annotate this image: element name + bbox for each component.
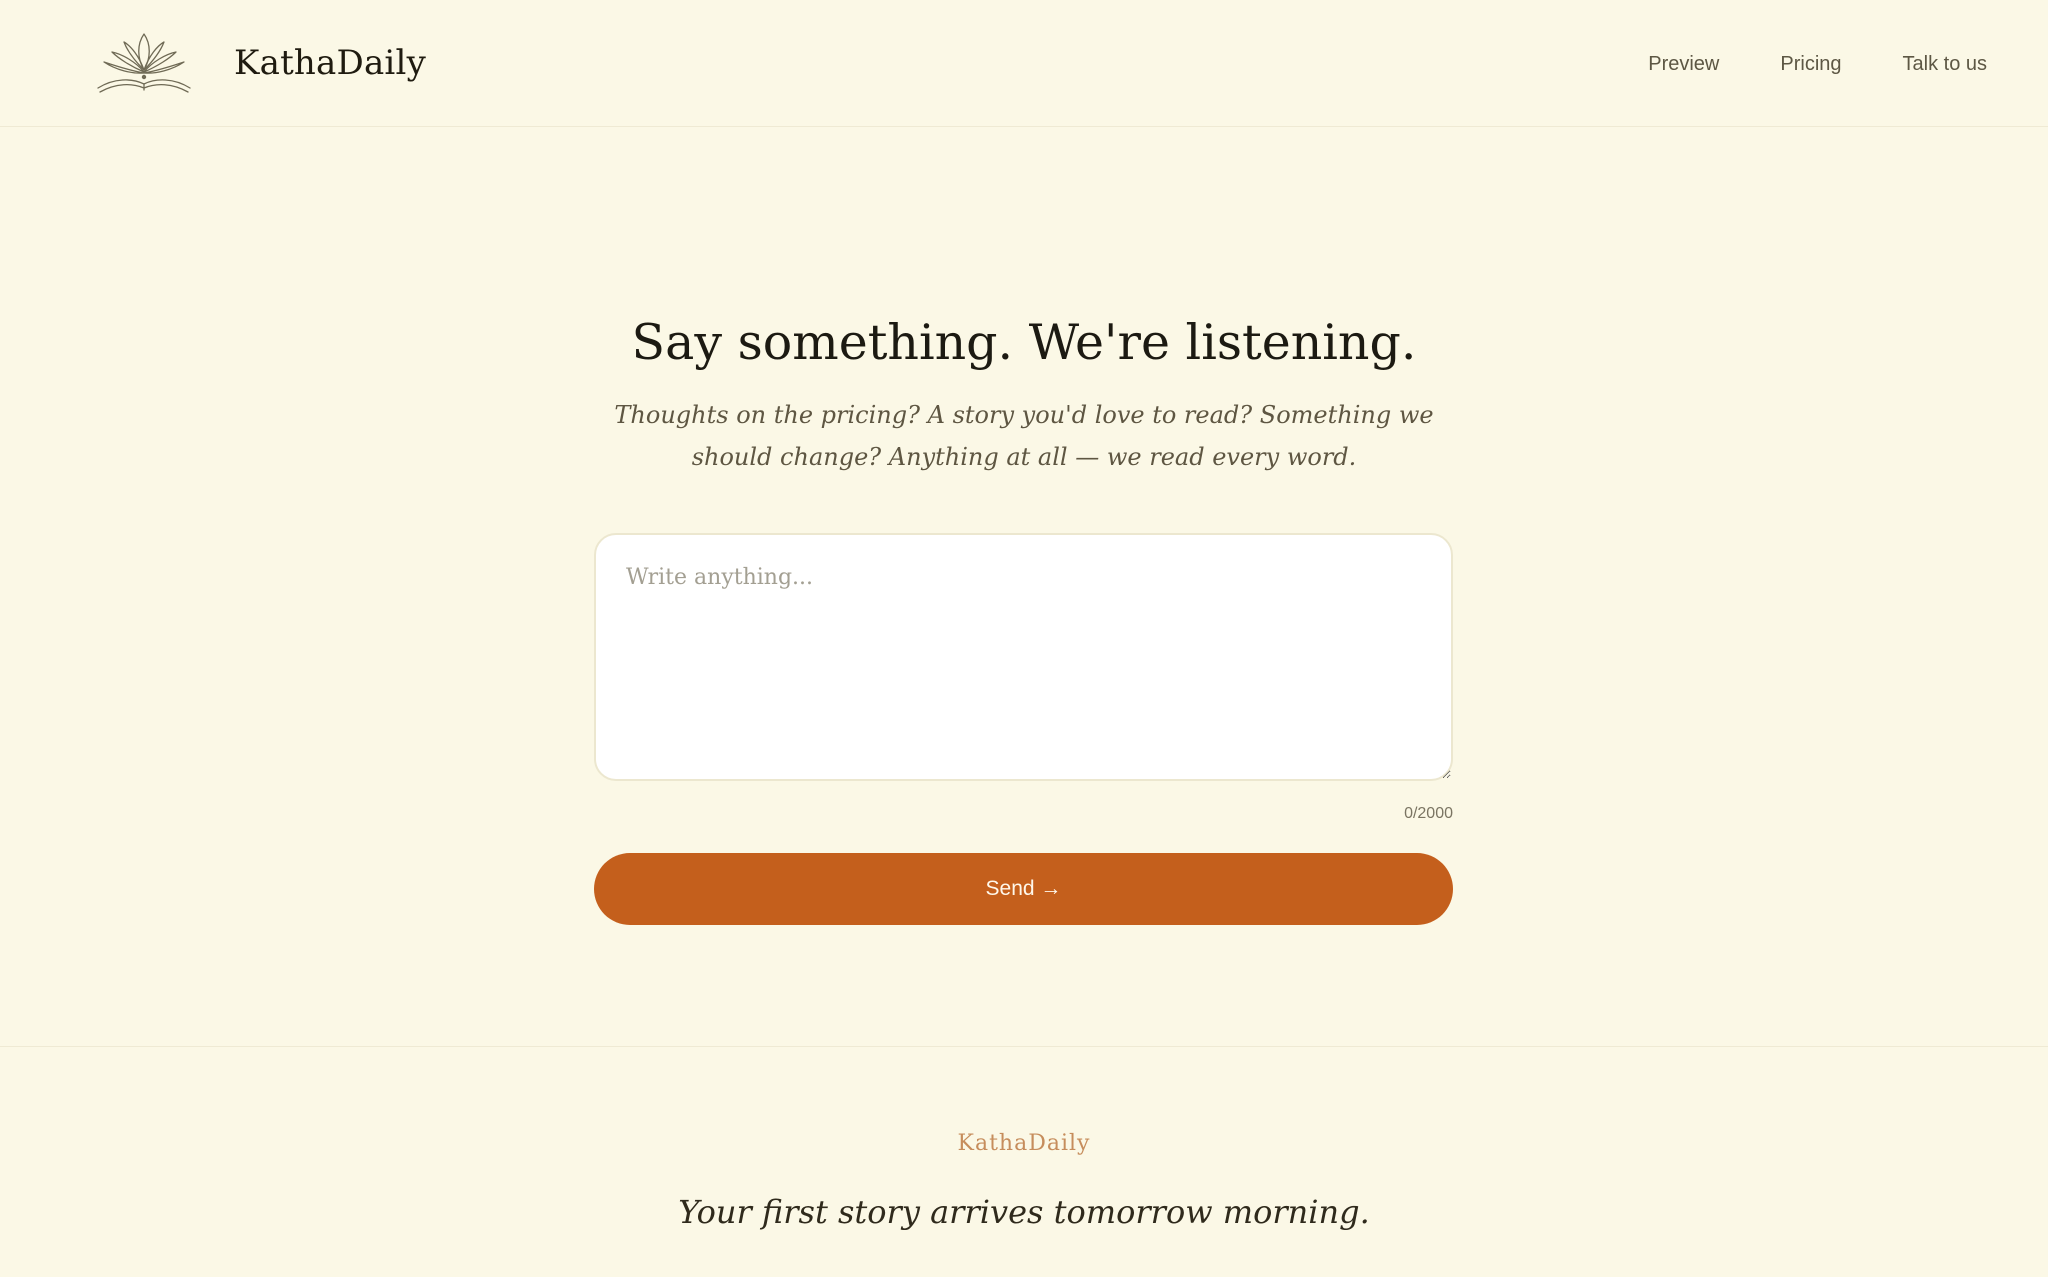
nav-link-preview[interactable]: Preview [1648,50,1719,78]
nav-link-pricing[interactable]: Pricing [1780,50,1841,78]
character-counter: 0/2000 [1404,805,1453,822]
page-subtitle: Thoughts on the pricing? A story you'd l… [614,401,1434,471]
footer-brand: KathaDaily [957,1131,1091,1156]
site-header: KathaDaily Preview Pricing Talk to us [0,0,2048,127]
main-nav: Preview Pricing Talk to us [1648,50,1987,78]
page-title: Say something. We're listening. [631,314,1417,371]
message-field-wrapper [594,533,1453,781]
feedback-section: Say something. We're listening. Thoughts… [0,127,2048,1047]
nav-link-talk-to-us[interactable]: Talk to us [1903,50,1987,78]
send-button[interactable]: Send → [594,853,1453,925]
message-textarea[interactable] [594,533,1453,781]
lotus-book-icon[interactable] [94,30,194,96]
brand-name[interactable]: KathaDaily [234,38,426,88]
footer-tagline: Your first story arrives tomorrow mornin… [678,1193,1370,1231]
site-footer: KathaDaily Your first story arrives tomo… [0,1046,2048,1277]
